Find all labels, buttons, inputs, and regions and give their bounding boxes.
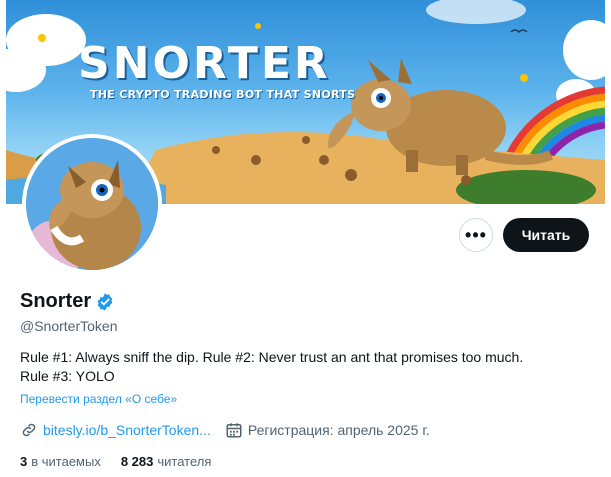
more-options-button[interactable]: •••	[459, 218, 493, 252]
followers-label: читателя	[157, 454, 212, 469]
user-handle: @SnorterToken	[20, 318, 118, 334]
avatar-image	[26, 138, 158, 270]
follow-button[interactable]: Читать	[503, 218, 589, 252]
following-stat[interactable]: 3в читаемых	[20, 454, 101, 469]
display-name: Snorter	[20, 290, 92, 312]
verified-badge-icon[interactable]	[95, 292, 115, 312]
bio-line: Rule #3: YOLO	[20, 368, 115, 384]
link-icon	[22, 423, 36, 437]
more-icon: •••	[465, 224, 487, 245]
translate-bio-link[interactable]: Перевести раздел «О себе»	[20, 392, 177, 406]
banner-subtitle: THE CRYPTO TRADING BOT THAT SNORTS	[90, 88, 356, 101]
following-count: 3	[20, 454, 28, 469]
followers-stat[interactable]: 8 283 читателя	[121, 454, 212, 469]
website-item[interactable]: bitesly.io/b_SnorterToken...	[20, 421, 211, 439]
joined-date: Регистрация: апрель 2025 г.	[247, 422, 430, 438]
calendar-icon	[226, 423, 242, 438]
following-label: в читаемых	[31, 454, 101, 469]
website-link[interactable]: bitesly.io/b_SnorterToken...	[43, 422, 211, 438]
profile-meta: bitesly.io/b_SnorterToken... Регистрация…	[20, 421, 430, 439]
followers-count: 8 283	[120, 454, 154, 469]
avatar[interactable]	[22, 134, 162, 274]
follow-stats: 3в читаемых 8 283 читателя	[20, 454, 211, 469]
name-row: Snorter	[20, 290, 115, 313]
bio: Rule #1: Always sniff the dip. Rule #2: …	[20, 348, 595, 386]
joined-item: Регистрация: апрель 2025 г.	[225, 421, 430, 439]
bio-line: Rule #1: Always sniff the dip. Rule #2: …	[20, 349, 524, 365]
banner-title: SNORTER	[78, 38, 331, 89]
